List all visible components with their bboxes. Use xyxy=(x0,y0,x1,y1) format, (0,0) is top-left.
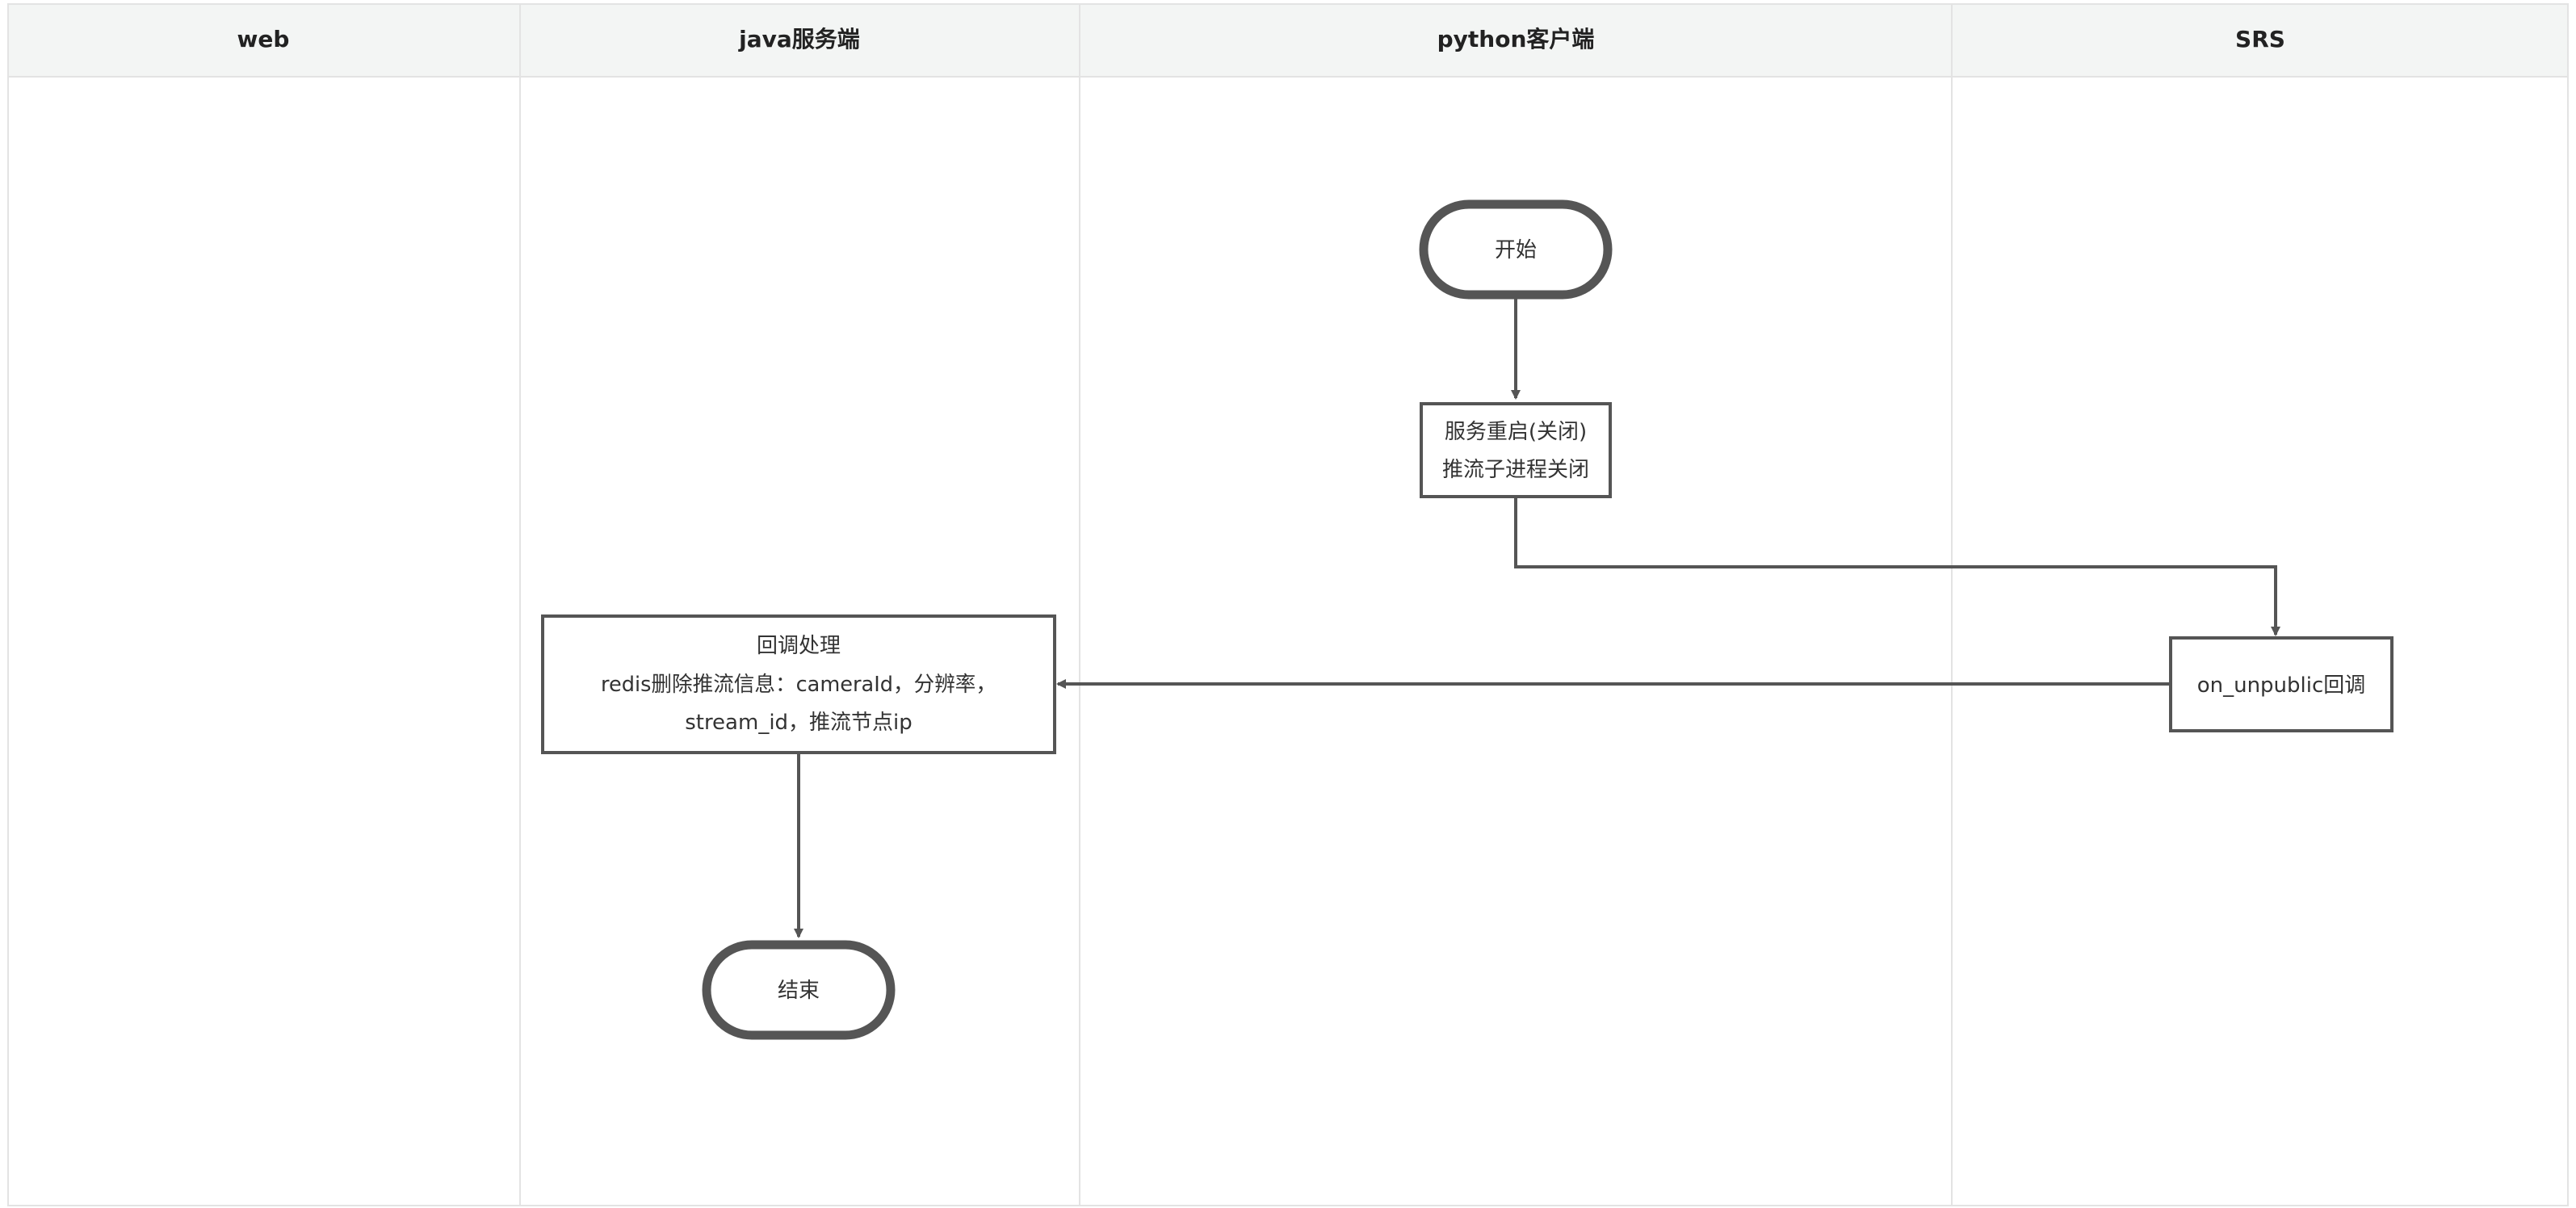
swimlane-diagram: web java服务端 python客户端 SRS 开始 服务重启(关闭) 推流… xyxy=(7,3,2569,1206)
diagram-frame xyxy=(7,3,2569,1206)
start-node-label: 开始 xyxy=(1495,238,1537,262)
restart-node: 服务重启(关闭) 推流子进程关闭 xyxy=(1420,402,1612,498)
restart-node-line-1: 服务重启(关闭) xyxy=(1445,420,1587,444)
end-node-label: 结束 xyxy=(778,979,820,1003)
process-node: 回调处理 redis删除推流信息：cameraId，分辨率， stream_id… xyxy=(541,614,1056,754)
lane-title-web: web xyxy=(237,26,290,52)
lane-title-python-client: python客户端 xyxy=(1437,26,1595,52)
callback-node: on_unpublic回调 xyxy=(2169,636,2393,732)
end-node: 结束 xyxy=(702,940,896,1040)
process-node-line-2: redis删除推流信息：cameraId，分辨率， xyxy=(601,673,996,697)
lane-title-srs: SRS xyxy=(2235,26,2285,52)
process-box xyxy=(1420,402,1612,498)
process-node-line-3: stream_id，推流节点ip xyxy=(685,711,913,735)
restart-node-line-2: 推流子进程关闭 xyxy=(1442,458,1589,482)
callback-node-label: on_unpublic回调 xyxy=(2197,673,2366,698)
lane-header-band xyxy=(7,3,2569,78)
lane-title-java-server: java服务端 xyxy=(738,26,860,52)
process-node-line-1: 回调处理 xyxy=(757,634,841,658)
start-node: 开始 xyxy=(1419,199,1613,300)
